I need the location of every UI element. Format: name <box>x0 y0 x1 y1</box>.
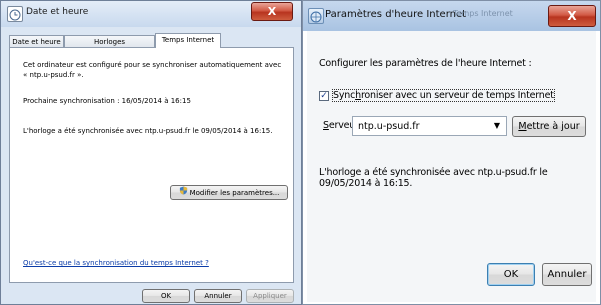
cancel-button[interactable]: Annuler <box>542 263 592 286</box>
shield-icon <box>179 186 188 200</box>
window-title: Paramètres d'heure Internet <box>325 9 467 20</box>
server-value: ntp.u-psud.fr <box>358 121 420 132</box>
clock-icon <box>7 6 23 22</box>
chevron-down-icon: ▼ <box>493 121 500 130</box>
close-button[interactable]: X <box>548 5 596 27</box>
background-window-title: Temps Internet <box>453 9 513 18</box>
internet-time-settings-window: Paramètres d'heure Internet Temps Intern… <box>302 0 601 305</box>
globe-clock-icon <box>308 8 324 24</box>
sync-info-line1: Cet ordinateur est configuré pour se syn… <box>23 61 282 69</box>
ok-button[interactable]: OK <box>487 263 535 286</box>
date-time-window: Date et heure X Date et heure Horloges s… <box>0 0 302 305</box>
settings-heading: Configurer les paramètres de l'heure Int… <box>319 58 532 69</box>
server-dropdown[interactable]: ntp.u-psud.fr ▼ <box>352 116 507 136</box>
sync-checkbox-label[interactable]: Synchroniser avec un serveur de temps In… <box>332 89 555 102</box>
sync-status-text: L'horloge a été synchronisée avec ntp.u-… <box>319 167 548 189</box>
next-sync-text: Prochaine synchronisation : 16/05/2014 à… <box>23 97 191 105</box>
settings-content: Configurer les paramètres de l'heure Int… <box>307 31 596 302</box>
sync-checkbox[interactable]: ✓ <box>319 91 329 101</box>
ok-button[interactable]: OK <box>142 289 190 303</box>
sync-info-line2: « ntp.u-psud.fr ». <box>23 71 84 79</box>
close-button[interactable]: X <box>251 2 293 21</box>
update-now-button[interactable]: Mettre à jour <box>512 116 586 137</box>
tab-internet-time[interactable]: Temps Internet <box>155 33 221 48</box>
cancel-button[interactable]: Annuler <box>194 289 242 303</box>
apply-button[interactable]: Appliquer <box>246 289 294 303</box>
title-bar: Date et heure X <box>1 1 301 27</box>
modify-settings-label: Modifier les paramètres... <box>189 189 280 197</box>
internet-time-panel: Cet ordinateur est configuré pour se syn… <box>9 47 294 283</box>
title-bar: Paramètres d'heure Internet Temps Intern… <box>303 1 600 31</box>
last-sync-text: L'horloge a été synchronisée avec ntp.u-… <box>23 127 273 135</box>
window-title: Date et heure <box>26 7 89 17</box>
help-link[interactable]: Qu'est-ce que la synchronisation du temp… <box>23 259 209 267</box>
modify-settings-button[interactable]: Modifier les paramètres... <box>170 185 288 200</box>
